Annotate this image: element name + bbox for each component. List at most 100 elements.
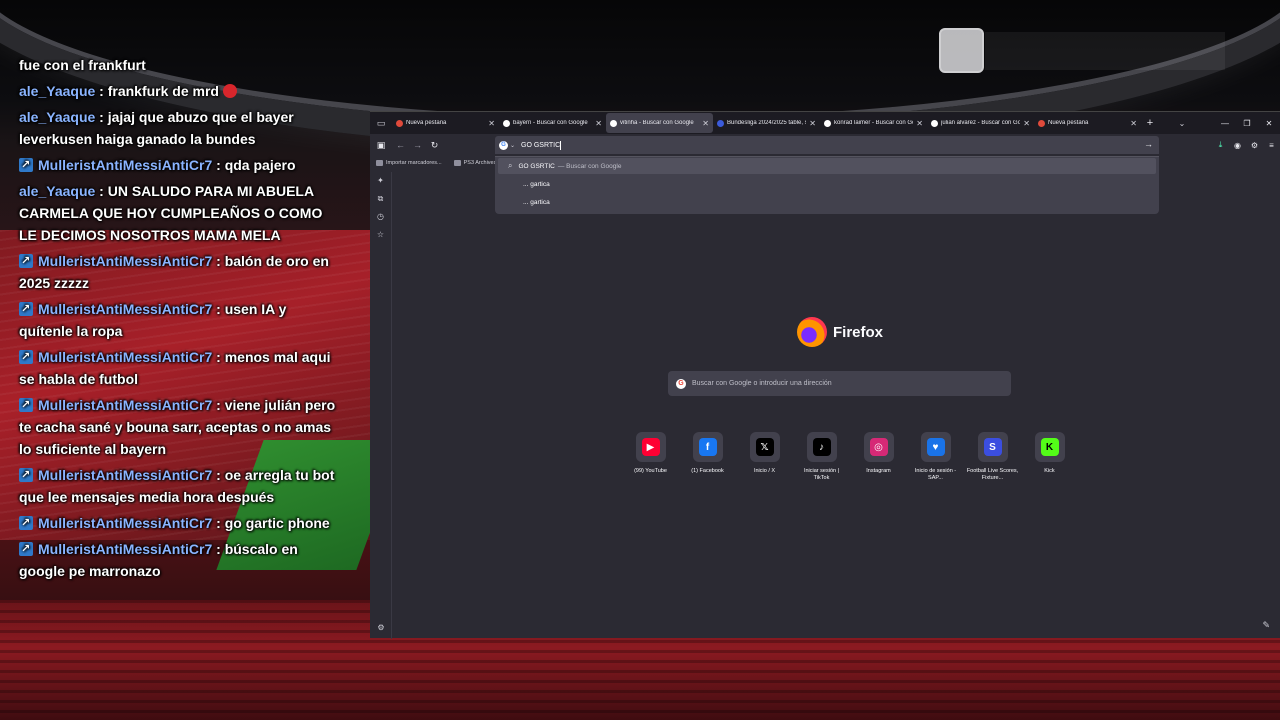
menu-icon[interactable]: ≡ [1263, 141, 1280, 150]
tab-bar: ▭ Nueva pestaña ✕ bayern - Buscar con Goog… [370, 112, 1280, 134]
maximize-icon[interactable]: ❐ [1236, 119, 1258, 128]
tab-2[interactable]: vitinha - Buscar con Google ✕ [606, 113, 713, 133]
chat-message: MulleristAntiMessiAntiCr7 : viene julián… [19, 394, 339, 460]
chat-username: ale_Yaaque [19, 83, 96, 99]
tab-5[interactable]: julian alvarez - Buscar con Go ✕ [927, 113, 1034, 133]
newtab-search-input[interactable]: G Buscar con Google o introducir una dir… [668, 371, 1011, 396]
tab-1[interactable]: bayern - Buscar con Google ✕ [499, 113, 606, 133]
tab-0[interactable]: Nueva pestaña ✕ [392, 113, 499, 133]
chat-text: qda pajero [224, 157, 296, 173]
top-site-1[interactable]: f (1) Facebook [679, 432, 736, 482]
close-tab-icon[interactable]: ✕ [1023, 119, 1030, 128]
top-sites: ▶ (99) YouTube f (1) Facebook 𝕏 Inicio / X ♪ In… [622, 432, 1078, 482]
chat-username: MulleristAntiMessiAntiCr7 [38, 467, 213, 483]
customize-pencil-icon[interactable]: ✎ [1262, 620, 1270, 631]
top-site-label: Inicio de sesión - SAP... [914, 468, 957, 481]
close-tab-icon[interactable]: ✕ [702, 119, 709, 128]
url-input[interactable]: GO GSRTIC [521, 142, 560, 149]
bookmarks-star-icon[interactable]: ☆ [370, 226, 391, 244]
firefox-logo-icon [797, 317, 827, 347]
sidebar-toggle-icon[interactable]: ▭ [370, 112, 392, 134]
ai-chatbot-icon[interactable]: ✦ [370, 172, 391, 190]
tab-4[interactable]: konrad laimer - Buscar con Go ✕ [820, 113, 927, 133]
top-site-label: Football Live Scores, Fixture... [966, 468, 1019, 481]
top-site-3[interactable]: ♪ Iniciar sesión | TikTok [793, 432, 850, 482]
football-icon: S [983, 438, 1002, 456]
tiktok-icon: ♪ [812, 438, 831, 456]
tab-favicon-icon [824, 119, 831, 127]
list-tabs-button[interactable]: ⌄ [1173, 119, 1191, 128]
top-site-label: Inicio / X [753, 468, 776, 474]
sidebar-button[interactable]: ▣ [370, 140, 392, 151]
tab-favicon-icon [931, 119, 938, 127]
top-site-tile[interactable]: S [977, 432, 1008, 462]
top-site-tile[interactable]: ♪ [806, 432, 837, 462]
bookmark-item[interactable]: Importar marcadores... [376, 159, 442, 166]
close-tab-icon[interactable]: ✕ [916, 119, 923, 128]
account-icon[interactable]: ◉ [1229, 141, 1246, 150]
download-icon[interactable]: ⤓ [1212, 140, 1229, 150]
top-site-4[interactable]: ◎ Instagram [850, 432, 907, 482]
reload-button[interactable]: ↻ [426, 140, 443, 151]
instagram-icon: ◎ [869, 438, 888, 456]
angry-emoji [222, 84, 237, 98]
new-tab-button[interactable]: + [1141, 117, 1159, 129]
new-tab-page: Firefox G Buscar con Google o introducir… [392, 169, 1280, 639]
top-site-label: Iniciar sesión | TikTok [803, 468, 840, 481]
chat-message: ale_Yaaque : frankfurk de mrd [19, 80, 339, 102]
top-site-label: Instagram [866, 468, 891, 474]
top-site-tile[interactable]: K [1034, 432, 1065, 462]
top-site-tile[interactable]: 𝕏 [749, 432, 780, 462]
tab-3[interactable]: Bundesliga 2024/2025 table, sc ✕ [713, 113, 820, 133]
close-tab-icon[interactable]: ✕ [809, 119, 816, 128]
top-site-6[interactable]: S Football Live Scores, Fixture... [964, 432, 1021, 482]
close-tab-icon[interactable]: ✕ [1130, 119, 1137, 128]
chat-message: fue con el frankfurt [19, 54, 339, 76]
top-site-tile[interactable]: ♥ [920, 432, 951, 462]
top-site-tile[interactable]: ◎ [863, 432, 894, 462]
close-window-icon[interactable]: ✕ [1258, 119, 1280, 128]
url-bar[interactable]: G ⌄ GO GSRTIC → [495, 136, 1159, 154]
suggestion-row[interactable]: ... gartica [495, 175, 1159, 193]
google-engine-icon[interactable]: G [499, 140, 508, 150]
tab-6[interactable]: Nueva pestaña ✕ [1034, 113, 1141, 133]
google-icon: G [676, 378, 686, 389]
extensions-icon[interactable]: ⚙ [1246, 141, 1263, 150]
chat-message: MulleristAntiMessiAntiCr7 : menos mal aq… [19, 346, 339, 390]
suggestion-row[interactable]: ... gartica [495, 193, 1159, 211]
minimize-icon[interactable]: — [1214, 119, 1236, 128]
chat-message: MulleristAntiMessiAntiCr7 : oe arregla t… [19, 464, 339, 508]
customize-sidebar-icon[interactable]: ⚙ [370, 619, 392, 637]
chat-username: MulleristAntiMessiAntiCr7 [38, 515, 213, 531]
tab-favicon-icon [717, 119, 724, 127]
url-suggestions-dropdown: ⌕ GO GSRTIC — Buscar con Google ... gart… [495, 156, 1159, 214]
history-icon[interactable]: ◷ [370, 208, 391, 226]
back-button[interactable]: ← [392, 140, 409, 150]
chat-text: go gartic phone [224, 515, 330, 531]
top-site-2[interactable]: 𝕏 Inicio / X [736, 432, 793, 482]
close-tab-icon[interactable]: ✕ [488, 119, 495, 128]
chat-message: MulleristAntiMessiAntiCr7 : usen IA y qu… [19, 298, 339, 342]
facebook-icon: f [698, 438, 717, 456]
go-arrow-icon[interactable]: → [1144, 139, 1153, 149]
forward-button[interactable]: → [409, 140, 426, 150]
top-site-tile[interactable]: ▶ [635, 432, 666, 462]
chat-text: fue con el frankfurt [19, 57, 146, 73]
top-site-tile[interactable]: f [692, 432, 723, 462]
folder-icon [453, 159, 461, 166]
subscriber-badge-icon [19, 346, 33, 368]
top-site-5[interactable]: ♥ Inicio de sesión - SAP... [907, 432, 964, 482]
stream-overlay-box [939, 28, 984, 73]
tab-label: bayern - Buscar con Google [513, 120, 588, 126]
top-site-label: (1) Facebook [691, 468, 724, 474]
chat-username: MulleristAntiMessiAntiCr7 [38, 157, 213, 173]
tab-favicon-icon [396, 119, 403, 127]
top-site-7[interactable]: K Kick [1021, 432, 1078, 482]
top-site-0[interactable]: ▶ (99) YouTube [622, 432, 679, 482]
search-suggestion-row[interactable]: ⌕ GO GSRTIC — Buscar con Google [498, 158, 1156, 174]
chat-username: ale_Yaaque [19, 109, 96, 125]
chevron-down-icon[interactable]: ⌄ [510, 142, 515, 149]
synced-tabs-icon[interactable]: ⧉ [370, 190, 391, 208]
close-tab-icon[interactable]: ✕ [595, 119, 602, 128]
chat-message: ale_Yaaque : UN SALUDO PARA MI ABUELA CA… [19, 183, 323, 243]
